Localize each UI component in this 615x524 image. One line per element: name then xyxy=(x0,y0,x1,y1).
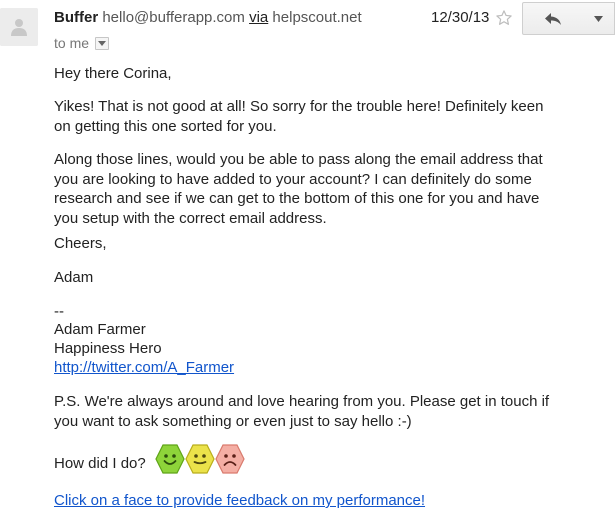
signoff-name: Adam xyxy=(54,269,94,286)
signoff: Cheers, xyxy=(54,235,107,252)
email-message: Buffer hello@bufferapp.com via helpscout… xyxy=(0,0,615,524)
sender-avatar[interactable] xyxy=(0,8,38,46)
sender-line: Buffer hello@bufferapp.com via helpscout… xyxy=(54,9,362,27)
happy-face-icon[interactable] xyxy=(155,443,185,475)
reply-arrow-icon xyxy=(544,12,561,25)
twitter-link[interactable]: http://twitter.com/A_Farmer xyxy=(54,359,234,376)
via-domain: helpscout.net xyxy=(272,9,362,26)
recipient-line: to me xyxy=(54,34,110,52)
paragraph-apology: Yikes! That is not good at all! So sorry… xyxy=(54,98,544,135)
feedback-row: How did I do? xyxy=(54,443,245,475)
feedback-question: How did I do? xyxy=(54,455,146,473)
sad-face-icon[interactable] xyxy=(215,443,245,475)
star-outline-icon xyxy=(496,10,512,25)
more-options-button[interactable] xyxy=(582,2,615,35)
recipient-label: to me xyxy=(54,35,90,51)
reply-button[interactable] xyxy=(522,2,583,35)
signature-separator: -- xyxy=(54,303,64,320)
signature-title: Happiness Hero xyxy=(54,340,162,357)
person-silhouette-icon xyxy=(0,8,38,46)
greeting: Hey there Corina, xyxy=(54,65,172,82)
sender-name[interactable]: Buffer xyxy=(54,9,98,26)
message-date: 12/30/13 xyxy=(431,9,490,26)
feedback-faces xyxy=(155,443,245,475)
sender-email: hello@bufferapp.com xyxy=(102,9,245,26)
caret-down-icon xyxy=(593,15,603,22)
star-button[interactable] xyxy=(493,7,515,29)
show-details-button[interactable] xyxy=(95,36,110,50)
paragraph-request: Along those lines, would you be able to … xyxy=(54,151,543,227)
postscript: P.S. We're always around and love hearin… xyxy=(54,393,550,430)
neutral-face-icon[interactable] xyxy=(185,443,215,475)
feedback-link[interactable]: Click on a face to provide feedback on m… xyxy=(54,492,425,509)
caret-down-icon xyxy=(98,40,107,46)
signature-name: Adam Farmer xyxy=(54,321,146,338)
via-link[interactable]: via xyxy=(249,9,268,26)
